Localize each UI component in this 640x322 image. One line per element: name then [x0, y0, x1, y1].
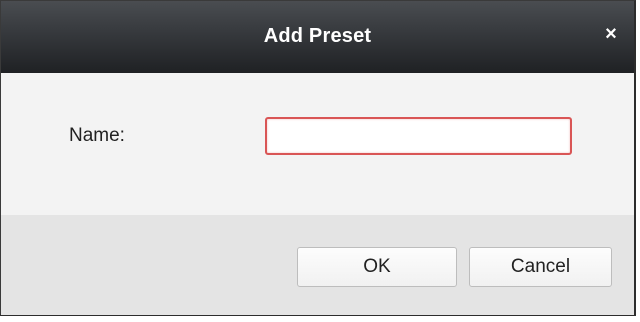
dialog-content: Name: [1, 73, 634, 215]
dialog-title: Add Preset [263, 25, 372, 47]
add-preset-dialog: Add Preset × Name: OK Cancel [0, 0, 636, 316]
cancel-button[interactable]: Cancel [469, 247, 612, 287]
ok-button[interactable]: OK [297, 247, 457, 287]
name-label: Name: [69, 125, 125, 146]
close-icon[interactable]: × [598, 21, 624, 47]
name-input[interactable] [265, 117, 572, 155]
dialog-footer: OK Cancel [1, 215, 634, 315]
dialog-titlebar: Add Preset × [1, 1, 634, 73]
